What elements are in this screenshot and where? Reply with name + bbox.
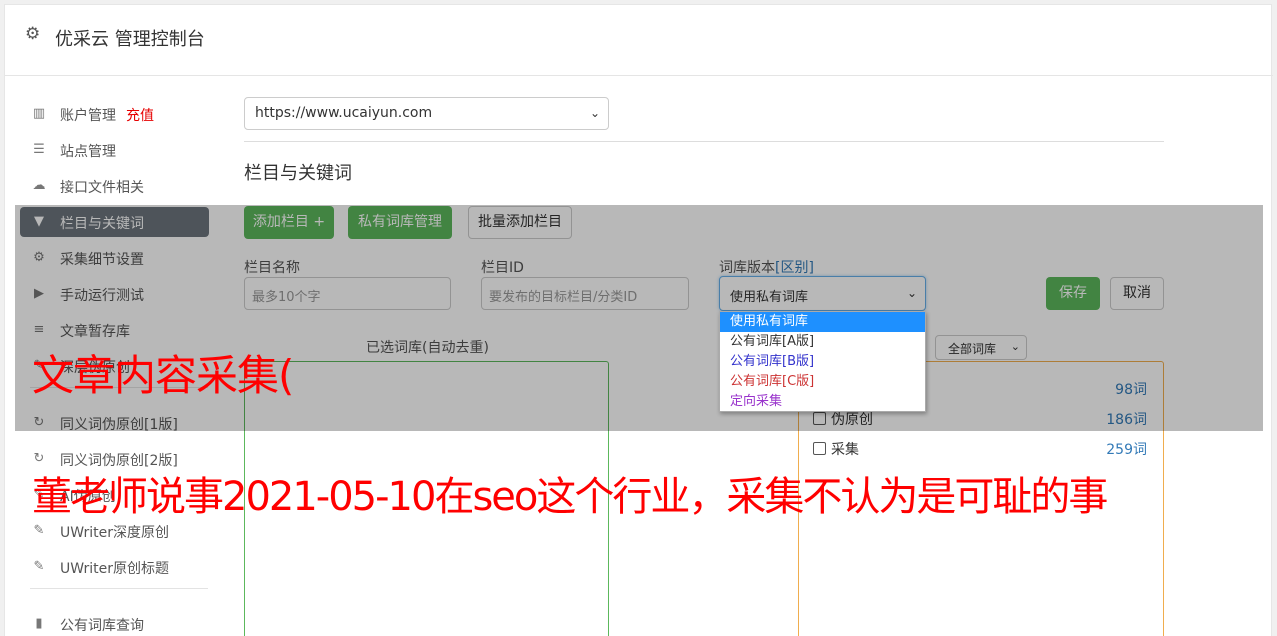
sidebar-item-label: 账户管理: [60, 108, 116, 124]
version-select-value: 使用私有词库: [730, 290, 809, 305]
library-count[interactable]: 186词: [1106, 409, 1147, 429]
library-name: 采集: [831, 442, 859, 458]
sidebar-item[interactable]: ▮ 公有词库查询: [20, 609, 209, 636]
batch-add-button[interactable]: 批量添加栏目: [468, 206, 572, 239]
sidebar-item[interactable]: ≡ 文章暂存库: [20, 315, 209, 345]
selected-libs-title: 已选词库(自动去重): [366, 340, 489, 356]
all-libs-select[interactable]: 全部词库 ⌄: [935, 335, 1027, 360]
library-checkbox[interactable]: [813, 442, 826, 455]
dropdown-option[interactable]: 公有词库[A版]: [720, 332, 925, 352]
database-icon: ≡: [33, 322, 45, 337]
section-title: 栏目与关键词: [244, 163, 352, 184]
caption-title: 文章内容采集(: [32, 351, 294, 400]
library-count[interactable]: 259词: [1106, 439, 1147, 459]
play-circle-icon: ▶: [34, 286, 44, 301]
column-name-input[interactable]: 最多10个字: [244, 277, 451, 310]
chevron-down-icon: ⌄: [1010, 340, 1020, 353]
dropdown-option[interactable]: 公有词库[B版]: [720, 352, 925, 372]
sidebar-item-label: 站点管理: [60, 144, 116, 160]
library-count[interactable]: 98词: [1115, 379, 1147, 399]
private-library-button[interactable]: 私有词库管理: [348, 206, 452, 239]
sidebar-item-label: UWriter原创标题: [60, 561, 169, 577]
chevron-down-icon: ⌄: [906, 286, 917, 300]
server-icon: ☰: [33, 142, 45, 157]
edit-icon: ✎: [33, 559, 45, 574]
library-row: 伪原创 186词: [813, 409, 1147, 429]
all-libs-value: 全部词库: [948, 342, 997, 356]
dropdown-option[interactable]: 公有词库[C版]: [720, 372, 925, 392]
column-id-label: 栏目ID: [481, 260, 524, 276]
cancel-button[interactable]: 取消: [1110, 277, 1164, 310]
sidebar-divider: [30, 588, 208, 589]
dropdown-option[interactable]: 使用私有词库: [720, 312, 925, 332]
sidebar-item[interactable]: ▶ 手动运行测试: [20, 279, 209, 309]
version-label-text: 词库版本: [719, 260, 775, 276]
column-name-label: 栏目名称: [244, 260, 300, 276]
sidebar-item[interactable]: ↻ 同义词伪原创[1版]: [20, 408, 209, 438]
edit-icon: ✎: [33, 523, 45, 538]
sidebar-item-label: 手动运行测试: [60, 288, 144, 304]
library-row: 采集 259词: [813, 439, 1147, 459]
chevron-down-icon: ⌄: [589, 106, 600, 120]
gears-icon: ⚙: [33, 250, 45, 265]
version-label: 词库版本[区别]: [719, 257, 814, 277]
dropdown-option[interactable]: 定向采集: [720, 392, 925, 412]
version-select[interactable]: 使用私有词库 ⌄: [719, 276, 926, 311]
divider: [244, 141, 1164, 142]
version-dropdown: 使用私有词库 公有词库[A版] 公有词库[B版] 公有词库[C版] 定向采集: [719, 311, 926, 412]
sidebar-item-label: 公有词库查询: [60, 618, 144, 634]
sidebar-item[interactable]: ☰ 站点管理: [20, 135, 209, 165]
header: ⚙ 优采云 管理控制台: [5, 5, 1273, 76]
sidebar-item-label: 同义词伪原创[1版]: [60, 417, 178, 433]
library-name: 伪原创: [831, 412, 873, 428]
sidebar-item-label: 采集细节设置: [60, 252, 144, 268]
add-column-button[interactable]: 添加栏目 +: [244, 206, 334, 239]
recharge-link[interactable]: 充值: [126, 105, 154, 125]
sidebar-item[interactable]: ▥ 账户管理 充值: [20, 99, 209, 129]
library-checkbox[interactable]: [813, 412, 826, 425]
refresh-icon: ↻: [33, 415, 45, 430]
site-select-value: https://www.ucaiyun.com: [255, 105, 433, 121]
cloud-upload-icon: ☁: [32, 178, 46, 193]
gear-icon: ⚙: [25, 24, 41, 44]
save-button[interactable]: 保存: [1046, 277, 1100, 310]
column-id-input[interactable]: 要发布的目标栏目/分类ID: [481, 277, 689, 310]
sidebar-item-label: UWriter深度原创: [60, 525, 169, 541]
caption-subtitle: 董老师说事2021-05-10在seo这个行业，采集不认为是可耻的事: [32, 474, 1108, 520]
site-select[interactable]: https://www.ucaiyun.com ⌄: [244, 97, 609, 130]
sidebar-item[interactable]: ☁ 接口文件相关: [20, 171, 209, 201]
sidebar-item[interactable]: ▼ 栏目与关键词: [20, 207, 209, 237]
sidebar-item-label: 接口文件相关: [60, 180, 144, 196]
book-icon: ▮: [35, 616, 43, 631]
sidebar-item-label: 栏目与关键词: [60, 216, 144, 232]
bar-chart-icon: ▥: [32, 106, 46, 121]
filter-icon: ▼: [34, 214, 44, 229]
sidebar-item[interactable]: ⚙ 采集细节设置: [20, 243, 209, 273]
sidebar-item-label: 文章暂存库: [60, 324, 130, 340]
page-title: 优采云 管理控制台: [55, 29, 205, 50]
sidebar-item[interactable]: ✎ UWriter原创标题: [20, 552, 209, 582]
version-diff-link[interactable]: [区别]: [775, 260, 814, 276]
